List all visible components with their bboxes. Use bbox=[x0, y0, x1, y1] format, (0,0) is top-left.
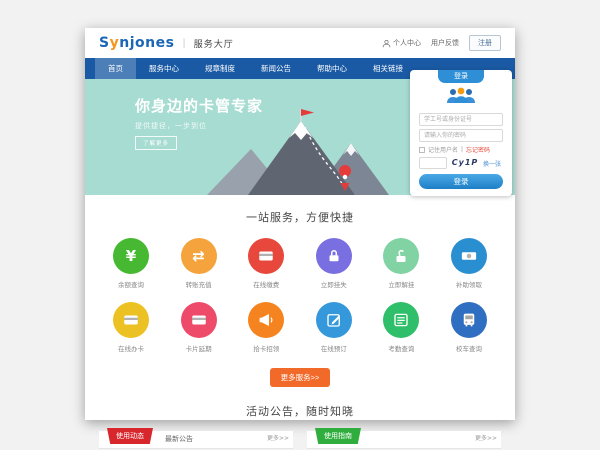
service-item-pay[interactable]: 在线缴费 bbox=[238, 238, 294, 289]
card-icon[interactable] bbox=[181, 302, 217, 338]
services-section-title: 一站服务，方便快捷 bbox=[85, 209, 515, 225]
tab-usage-guide[interactable]: 使用指南 bbox=[315, 428, 361, 444]
hero-cta-button[interactable]: 了解更多 bbox=[135, 136, 177, 150]
nav-item-service-center[interactable]: 服务中心 bbox=[136, 58, 192, 79]
register-button[interactable]: 注册 bbox=[469, 35, 501, 51]
header-divider: | bbox=[182, 38, 185, 49]
logo-text-rest: njones bbox=[119, 35, 174, 51]
more-services-wrap: 更多服务>> bbox=[85, 365, 515, 387]
service-label: 补助领取 bbox=[441, 279, 497, 289]
header-right: 个人中心 用户反馈 注册 bbox=[382, 35, 501, 51]
mountain-illustration bbox=[193, 107, 403, 195]
password-input[interactable] bbox=[419, 129, 503, 142]
top-header: Synjones | 服务大厅 个人中心 用户反馈 注册 bbox=[85, 28, 515, 58]
service-item-transfer[interactable]: ⇄ 转账充值 bbox=[171, 238, 227, 289]
personal-center-label: 个人中心 bbox=[393, 38, 421, 48]
logo-text: S bbox=[99, 35, 110, 51]
service-item-card-extension[interactable]: 卡片延期 bbox=[171, 302, 227, 353]
service-item-school-bus[interactable]: 校车查询 bbox=[441, 302, 497, 353]
service-label: 在线办卡 bbox=[103, 343, 159, 353]
login-options: 记住用户名 | 忘记密码 bbox=[419, 145, 503, 154]
unlock-icon[interactable] bbox=[383, 238, 419, 274]
captcha-input[interactable] bbox=[419, 157, 447, 169]
option-divider: | bbox=[461, 146, 463, 153]
services-row-2: 在线办卡 卡片延期 拾卡招领 在线预订 考勤查询 bbox=[85, 302, 515, 353]
captcha-image[interactable]: Cy1P bbox=[450, 157, 480, 169]
service-label: 立即解挂 bbox=[373, 279, 429, 289]
logo[interactable]: Synjones bbox=[99, 35, 174, 51]
user-feedback-link[interactable]: 用户反馈 bbox=[431, 38, 459, 48]
service-item-apply-card[interactable]: 在线办卡 bbox=[103, 302, 159, 353]
service-item-attendance[interactable]: 考勤查询 bbox=[373, 302, 429, 353]
personal-center-link[interactable]: 个人中心 bbox=[382, 38, 421, 48]
captcha-row: Cy1P 换一张 bbox=[419, 157, 503, 169]
announcements-section-title: 活动公告，随时知晓 bbox=[85, 403, 515, 419]
transfer-icon[interactable]: ⇄ bbox=[181, 238, 217, 274]
service-label: 在线缴费 bbox=[238, 279, 294, 289]
edit-icon[interactable] bbox=[316, 302, 352, 338]
service-label: 校车查询 bbox=[441, 343, 497, 353]
announcements-column-right: 使用指南 更多>> bbox=[307, 431, 501, 449]
lock-icon[interactable] bbox=[316, 238, 352, 274]
nav-item-news[interactable]: 新闻公告 bbox=[248, 58, 304, 79]
megaphone-icon[interactable] bbox=[248, 302, 284, 338]
service-label: 在线预订 bbox=[306, 343, 362, 353]
change-captcha-link[interactable]: 换一张 bbox=[483, 159, 501, 168]
tab-usage-news[interactable]: 使用动态 bbox=[107, 428, 153, 444]
nav-item-links[interactable]: 相关链接 bbox=[360, 58, 416, 79]
announcements-column-left: 使用动态 最新公告 更多>> bbox=[99, 431, 293, 449]
service-label: 卡片延期 bbox=[171, 343, 227, 353]
yen-icon[interactable]: ¥ bbox=[113, 238, 149, 274]
nav-item-rules[interactable]: 规章制度 bbox=[192, 58, 248, 79]
service-label: 拾卡招领 bbox=[238, 343, 294, 353]
yen-glyph: ¥ bbox=[126, 249, 136, 264]
service-label: 转账充值 bbox=[171, 279, 227, 289]
remember-checkbox[interactable] bbox=[419, 147, 425, 153]
login-panel: 登录 记住用户名 | 忘记密码 Cy1P 换一张 登录 bbox=[410, 70, 512, 196]
service-item-subsidy[interactable]: 补助领取 bbox=[441, 238, 497, 289]
more-services-button[interactable]: 更多服务>> bbox=[270, 368, 331, 387]
service-item-found-card[interactable]: 拾卡招领 bbox=[238, 302, 294, 353]
card-icon[interactable] bbox=[248, 238, 284, 274]
login-submit-button[interactable]: 登录 bbox=[419, 174, 503, 189]
account-input[interactable] bbox=[419, 113, 503, 126]
nav-item-home[interactable]: 首页 bbox=[95, 58, 136, 79]
login-tab[interactable]: 登录 bbox=[438, 70, 484, 83]
more-link[interactable]: 更多>> bbox=[267, 431, 289, 447]
service-item-online-booking[interactable]: 在线预订 bbox=[306, 302, 362, 353]
person-icon bbox=[382, 39, 391, 48]
banknote-icon[interactable] bbox=[451, 238, 487, 274]
users-icon bbox=[445, 87, 477, 104]
service-label: 考勤查询 bbox=[373, 343, 429, 353]
user-feedback-label: 用户反馈 bbox=[431, 38, 459, 48]
forgot-password-link[interactable]: 忘记密码 bbox=[466, 145, 490, 154]
service-item-balance[interactable]: ¥ 余额查询 bbox=[103, 238, 159, 289]
service-item-release-loss[interactable]: 立即解挂 bbox=[373, 238, 429, 289]
services-row-1: ¥ 余额查询 ⇄ 转账充值 在线缴费 立即挂失 立即解挂 bbox=[85, 238, 515, 289]
site-canvas: Synjones | 服务大厅 个人中心 用户反馈 注册 首页 服务中心 规章制… bbox=[85, 28, 515, 420]
announcement-tabs: 使用动态 最新公告 更多>> 使用指南 更多>> bbox=[85, 431, 515, 449]
logo-accent: y bbox=[110, 35, 120, 51]
transfer-glyph: ⇄ bbox=[192, 249, 205, 264]
page-background: Synjones | 服务大厅 个人中心 用户反馈 注册 首页 服务中心 规章制… bbox=[0, 0, 600, 450]
bus-icon[interactable] bbox=[451, 302, 487, 338]
card-icon[interactable] bbox=[113, 302, 149, 338]
service-label: 余额查询 bbox=[103, 279, 159, 289]
more-link[interactable]: 更多>> bbox=[475, 431, 497, 447]
service-item-report-loss[interactable]: 立即挂失 bbox=[306, 238, 362, 289]
list-icon[interactable] bbox=[383, 302, 419, 338]
nav-item-help-center[interactable]: 帮助中心 bbox=[304, 58, 360, 79]
remember-label: 记住用户名 bbox=[428, 145, 458, 154]
service-label: 立即挂失 bbox=[306, 279, 362, 289]
latest-announcements-link[interactable]: 最新公告 bbox=[165, 431, 193, 447]
site-name: 服务大厅 bbox=[194, 37, 234, 50]
